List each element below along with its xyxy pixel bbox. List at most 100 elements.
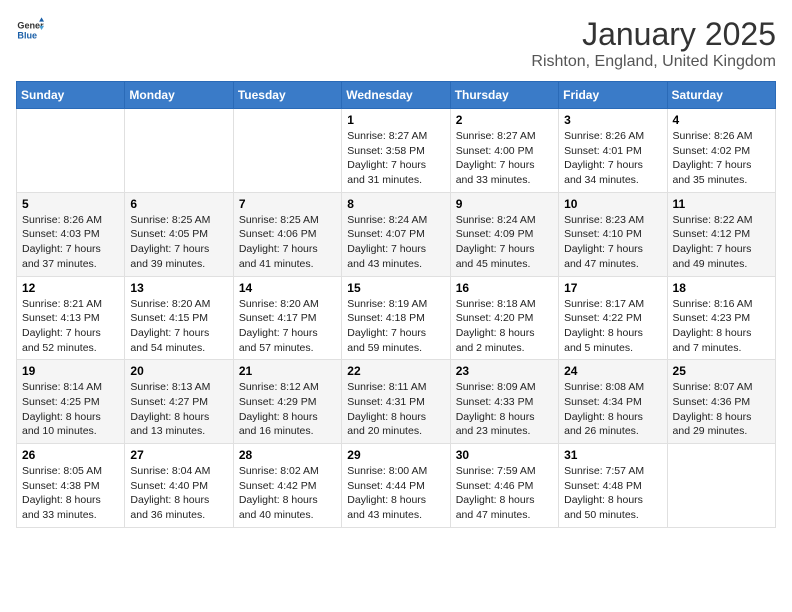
col-saturday: Saturday	[667, 82, 775, 109]
day-number: 7	[239, 197, 336, 211]
cell-content: Sunrise: 8:19 AM Sunset: 4:18 PM Dayligh…	[347, 297, 444, 356]
calendar-cell: 23Sunrise: 8:09 AM Sunset: 4:33 PM Dayli…	[450, 360, 558, 444]
page-header: General Blue January 2025 Rishton, Engla…	[16, 16, 776, 71]
day-number: 3	[564, 113, 661, 127]
day-number: 9	[456, 197, 553, 211]
cell-content: Sunrise: 8:18 AM Sunset: 4:20 PM Dayligh…	[456, 297, 553, 356]
cell-content: Sunrise: 8:04 AM Sunset: 4:40 PM Dayligh…	[130, 464, 227, 523]
calendar-cell: 20 Sunrise: 8:13 AM Sunset: 4:27 PM Dayli…	[125, 360, 233, 444]
title-area: January 2025 Rishton, England, United Ki…	[531, 16, 776, 71]
day-number: 11	[673, 197, 770, 211]
col-friday: Friday	[559, 82, 667, 109]
cell-content: Sunrise: 8:07 AM Sunset: 4:36 PM Dayligh…	[673, 380, 770, 439]
day-number: 27	[130, 448, 227, 462]
calendar-cell: 1 Sunrise: 8:27 AM Sunset: 3:58 PM Daylig…	[342, 109, 450, 193]
cell-content: Sunrise: 8:24 AM Sunset: 4:07 PM Dayligh…	[347, 213, 444, 272]
location-title: Rishton, England, United Kingdom	[531, 53, 776, 71]
cell-content: Sunrise: 8:26 AM Sunset: 4:03 PM Dayligh…	[22, 213, 119, 272]
calendar-cell: 29 Sunrise: 8:00 AM Sunset: 4:44 PM Dayli…	[342, 444, 450, 528]
logo: General Blue	[16, 16, 44, 44]
cell-content: Sunrise: 8:13 AM Sunset: 4:27 PM Dayligh…	[130, 380, 227, 439]
cell-content: Sunrise: 8:16 AM Sunset: 4:23 PM Dayligh…	[673, 297, 770, 356]
cell-content: Sunrise: 8:26 AM Sunset: 4:02 PM Dayligh…	[673, 129, 770, 188]
calendar-cell: 21 Sunrise: 8:12 AM Sunset: 4:29 PM Dayli…	[233, 360, 341, 444]
day-number: 25	[673, 364, 770, 378]
calendar-cell: 7 Sunrise: 8:25 AM Sunset: 4:06 PM Daylig…	[233, 192, 341, 276]
calendar-cell: 16 Sunrise: 8:18 AM Sunset: 4:20 PM Dayli…	[450, 276, 558, 360]
calendar-cell: 6Sunrise: 8:25 AM Sunset: 4:05 PM Daylig…	[125, 192, 233, 276]
day-number: 2	[456, 113, 553, 127]
col-thursday: Thursday	[450, 82, 558, 109]
cell-content: Sunrise: 8:09 AM Sunset: 4:33 PM Dayligh…	[456, 380, 553, 439]
calendar-cell: 24 Sunrise: 8:08 AM Sunset: 4:34 PM Dayli…	[559, 360, 667, 444]
cell-content: Sunrise: 8:02 AM Sunset: 4:42 PM Dayligh…	[239, 464, 336, 523]
calendar-cell: 14Sunrise: 8:20 AM Sunset: 4:17 PM Dayli…	[233, 276, 341, 360]
month-title: January 2025	[531, 16, 776, 53]
calendar-cell	[125, 109, 233, 193]
day-number: 29	[347, 448, 444, 462]
calendar-cell: 31Sunrise: 7:57 AM Sunset: 4:48 PM Dayli…	[559, 444, 667, 528]
cell-content: Sunrise: 7:59 AM Sunset: 4:46 PM Dayligh…	[456, 464, 553, 523]
cell-content: Sunrise: 8:25 AM Sunset: 4:06 PM Dayligh…	[239, 213, 336, 272]
day-number: 5	[22, 197, 119, 211]
cell-content: Sunrise: 8:24 AM Sunset: 4:09 PM Dayligh…	[456, 213, 553, 272]
cell-content: Sunrise: 8:20 AM Sunset: 4:15 PM Dayligh…	[130, 297, 227, 356]
col-tuesday: Tuesday	[233, 82, 341, 109]
col-monday: Monday	[125, 82, 233, 109]
calendar-week-4: 19 Sunrise: 8:14 AM Sunset: 4:25 PM Dayli…	[17, 360, 776, 444]
day-number: 30	[456, 448, 553, 462]
calendar-cell	[667, 444, 775, 528]
cell-content: Sunrise: 8:08 AM Sunset: 4:34 PM Dayligh…	[564, 380, 661, 439]
cell-content: Sunrise: 8:05 AM Sunset: 4:38 PM Dayligh…	[22, 464, 119, 523]
calendar-cell: 12 Sunrise: 8:21 AM Sunset: 4:13 PM Dayli…	[17, 276, 125, 360]
day-number: 20	[130, 364, 227, 378]
cell-content: Sunrise: 8:23 AM Sunset: 4:10 PM Dayligh…	[564, 213, 661, 272]
header-row: Sunday Monday Tuesday Wednesday Thursday…	[17, 82, 776, 109]
day-number: 8	[347, 197, 444, 211]
calendar-cell: 19 Sunrise: 8:14 AM Sunset: 4:25 PM Dayli…	[17, 360, 125, 444]
calendar-cell: 25 Sunrise: 8:07 AM Sunset: 4:36 PM Dayli…	[667, 360, 775, 444]
calendar-cell	[17, 109, 125, 193]
cell-content: Sunrise: 8:27 AM Sunset: 4:00 PM Dayligh…	[456, 129, 553, 188]
day-number: 31	[564, 448, 661, 462]
day-number: 12	[22, 281, 119, 295]
day-number: 14	[239, 281, 336, 295]
day-number: 28	[239, 448, 336, 462]
cell-content: Sunrise: 8:17 AM Sunset: 4:22 PM Dayligh…	[564, 297, 661, 356]
calendar-week-2: 5 Sunrise: 8:26 AM Sunset: 4:03 PM Daylig…	[17, 192, 776, 276]
calendar-cell: 13 Sunrise: 8:20 AM Sunset: 4:15 PM Dayli…	[125, 276, 233, 360]
calendar-cell: 3Sunrise: 8:26 AM Sunset: 4:01 PM Daylig…	[559, 109, 667, 193]
cell-content: Sunrise: 8:14 AM Sunset: 4:25 PM Dayligh…	[22, 380, 119, 439]
calendar-cell: 10Sunrise: 8:23 AM Sunset: 4:10 PM Dayli…	[559, 192, 667, 276]
calendar-week-3: 12 Sunrise: 8:21 AM Sunset: 4:13 PM Dayli…	[17, 276, 776, 360]
svg-text:General: General	[17, 21, 44, 31]
day-number: 19	[22, 364, 119, 378]
day-number: 24	[564, 364, 661, 378]
day-number: 18	[673, 281, 770, 295]
day-number: 16	[456, 281, 553, 295]
logo-icon: General Blue	[16, 16, 44, 44]
day-number: 15	[347, 281, 444, 295]
cell-content: Sunrise: 8:22 AM Sunset: 4:12 PM Dayligh…	[673, 213, 770, 272]
calendar-cell: 5 Sunrise: 8:26 AM Sunset: 4:03 PM Daylig…	[17, 192, 125, 276]
day-number: 21	[239, 364, 336, 378]
calendar-cell: 17Sunrise: 8:17 AM Sunset: 4:22 PM Dayli…	[559, 276, 667, 360]
calendar-cell	[233, 109, 341, 193]
calendar-cell: 15 Sunrise: 8:19 AM Sunset: 4:18 PM Dayli…	[342, 276, 450, 360]
cell-content: Sunrise: 8:21 AM Sunset: 4:13 PM Dayligh…	[22, 297, 119, 356]
calendar-cell: 26Sunrise: 8:05 AM Sunset: 4:38 PM Dayli…	[17, 444, 125, 528]
calendar-cell: 30 Sunrise: 7:59 AM Sunset: 4:46 PM Dayli…	[450, 444, 558, 528]
day-number: 6	[130, 197, 227, 211]
day-number: 1	[347, 113, 444, 127]
calendar-table: Sunday Monday Tuesday Wednesday Thursday…	[16, 81, 776, 528]
day-number: 13	[130, 281, 227, 295]
calendar-cell: 2 Sunrise: 8:27 AM Sunset: 4:00 PM Daylig…	[450, 109, 558, 193]
cell-content: Sunrise: 8:00 AM Sunset: 4:44 PM Dayligh…	[347, 464, 444, 523]
cell-content: Sunrise: 8:12 AM Sunset: 4:29 PM Dayligh…	[239, 380, 336, 439]
calendar-cell: 4Sunrise: 8:26 AM Sunset: 4:02 PM Daylig…	[667, 109, 775, 193]
cell-content: Sunrise: 8:27 AM Sunset: 3:58 PM Dayligh…	[347, 129, 444, 188]
calendar-cell: 18 Sunrise: 8:16 AM Sunset: 4:23 PM Dayli…	[667, 276, 775, 360]
calendar-week-5: 26Sunrise: 8:05 AM Sunset: 4:38 PM Dayli…	[17, 444, 776, 528]
calendar-cell: 22Sunrise: 8:11 AM Sunset: 4:31 PM Dayli…	[342, 360, 450, 444]
col-wednesday: Wednesday	[342, 82, 450, 109]
